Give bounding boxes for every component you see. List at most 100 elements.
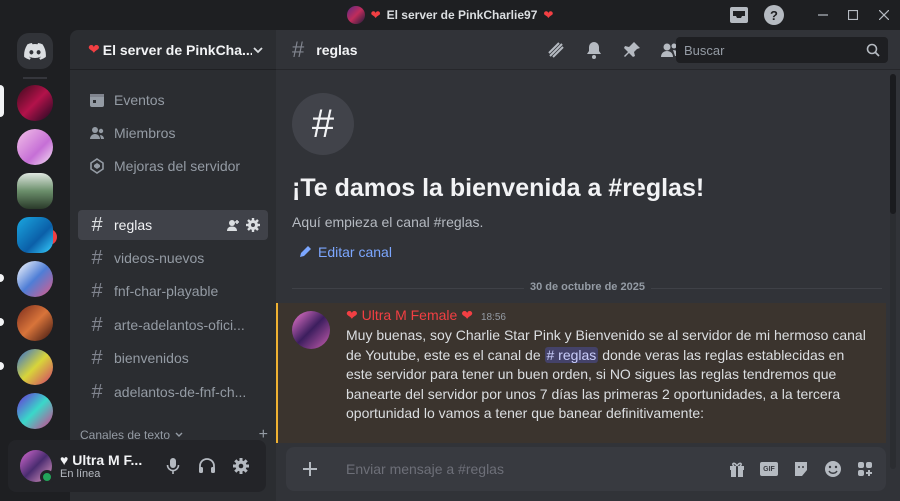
server-icon-pinkcharlie[interactable] <box>17 85 53 121</box>
hash-icon: # <box>292 36 305 62</box>
server-header[interactable]: ❤ El server de PinkCha... <box>70 30 276 70</box>
sidebar-item-mejoras[interactable]: Mejoras del servidor <box>78 151 268 181</box>
settings-gear-icon[interactable] <box>224 450 258 482</box>
heart-icon: ❤ <box>88 41 100 57</box>
unread-indicator <box>0 362 4 370</box>
channel-mention[interactable]: # reglas <box>544 346 599 363</box>
user-panel: ♥ Ultra M F... En línea <box>8 440 266 492</box>
sidebar-item-eventos[interactable]: Eventos <box>78 85 268 115</box>
scrollbar[interactable] <box>890 74 896 469</box>
heart-icon: ❤ <box>370 8 381 22</box>
channel-sidebar: ❤ El server de PinkCha... Eventos Miembr… <box>70 30 276 501</box>
channel-actions <box>226 218 268 232</box>
timestamp: 18:56 <box>480 312 506 323</box>
headphones-icon[interactable] <box>190 450 224 482</box>
gif-label: GIF <box>763 465 775 473</box>
server-icon[interactable] <box>17 349 53 385</box>
search-placeholder: Buscar <box>684 42 725 58</box>
server-name: El server de PinkCha... <box>102 41 252 58</box>
message-composer[interactable]: Enviar mensaje a #reglas GIF <box>286 447 886 491</box>
server-icon[interactable] <box>17 261 53 297</box>
message[interactable]: ❤ Ultra M Female ❤ 18:56 Muy buenas, soy… <box>276 303 886 443</box>
channel-label: reglas <box>114 217 153 233</box>
chevron-down-icon <box>175 432 183 437</box>
gear-icon[interactable] <box>246 218 260 232</box>
sticker-icon[interactable] <box>792 460 810 478</box>
microphone-icon[interactable] <box>156 450 190 482</box>
author-name[interactable]: ❤ Ultra M Female ❤ <box>346 307 473 324</box>
maximize-icon[interactable] <box>838 0 868 30</box>
gif-icon[interactable]: GIF <box>760 462 778 476</box>
date-divider: 30 de octubre de 2025 <box>524 281 651 293</box>
hash-icon: # <box>91 313 103 336</box>
avatar[interactable] <box>292 311 330 349</box>
apps-icon[interactable] <box>856 460 874 478</box>
inbox-icon[interactable] <box>728 4 750 26</box>
message-input[interactable]: Enviar mensaje a #reglas <box>346 461 728 477</box>
hash-icon: # <box>91 213 103 236</box>
emoji-icon[interactable] <box>824 460 842 478</box>
attach-plus-icon[interactable] <box>298 457 322 481</box>
sidebar-item-miembros[interactable]: Miembros <box>78 118 268 148</box>
selected-server-indicator <box>0 85 4 117</box>
welcome-subtitle: Aquí empieza el canal #reglas. <box>292 214 484 230</box>
search-input[interactable]: Buscar <box>676 37 888 63</box>
discord-home-icon[interactable] <box>17 33 53 69</box>
edit-channel-link[interactable]: Editar canal <box>298 244 392 260</box>
avatar[interactable] <box>20 450 54 484</box>
user-name: ♥ Ultra M F... <box>60 452 143 468</box>
invite-icon[interactable] <box>226 218 240 232</box>
gift-icon[interactable] <box>728 460 746 478</box>
minimize-icon[interactable] <box>808 0 838 30</box>
close-icon[interactable] <box>868 0 900 30</box>
server-icon[interactable] <box>17 393 53 429</box>
channel-name: reglas <box>316 41 358 58</box>
hash-icon: # <box>91 380 103 403</box>
boost-icon <box>88 158 106 174</box>
hash-icon: # <box>91 279 103 302</box>
chat-main: # reglas Buscar # ¡Te damos la bienvenid… <box>276 30 900 501</box>
search-icon <box>866 43 880 57</box>
heart-icon: ❤ <box>543 8 554 22</box>
hash-icon: # <box>91 346 103 369</box>
server-rail: 1 <box>0 30 70 501</box>
sidebar-item-label: Miembros <box>114 125 176 141</box>
channel-label: adelantos-de-fnf-ch... <box>114 384 247 400</box>
server-icon[interactable] <box>17 129 53 165</box>
server-icon[interactable] <box>17 173 53 209</box>
scrollbar-thumb[interactable] <box>890 74 896 214</box>
online-status-icon <box>40 470 54 484</box>
header-toolbar <box>546 40 680 60</box>
window-title-text: El server de PinkCharlie97 <box>386 8 538 22</box>
message-header: ❤ Ultra M Female ❤ 18:56 <box>346 307 506 324</box>
server-icon[interactable] <box>17 217 53 253</box>
pin-icon[interactable] <box>622 40 642 60</box>
pencil-icon <box>300 246 311 257</box>
sidebar-item-label: Eventos <box>114 92 165 108</box>
channel-item-videos-nuevos[interactable]: # videos-nuevos <box>78 243 268 273</box>
help-icon[interactable]: ? <box>764 5 784 25</box>
discord-app: ❤ El server de PinkCharlie97 ❤ ? ❤ El se… <box>0 0 900 501</box>
window-title: ❤ El server de PinkCharlie97 ❤ <box>346 6 554 24</box>
title-bar: ❤ El server de PinkCharlie97 ❤ ? <box>0 0 900 30</box>
server-icon[interactable] <box>17 305 53 341</box>
bell-icon[interactable] <box>584 40 604 60</box>
edit-channel-label: Editar canal <box>318 244 392 260</box>
channel-item-reglas[interactable]: # reglas <box>78 210 268 240</box>
channel-label: bienvenidos <box>114 350 189 366</box>
chevron-down-icon <box>253 46 263 53</box>
channel-label: arte-adelantos-ofici... <box>114 317 245 333</box>
channel-label: videos-nuevos <box>114 250 205 266</box>
channel-item-bienvenidos[interactable]: # bienvenidos <box>78 343 268 373</box>
members-icon <box>88 125 106 141</box>
calendar-icon <box>88 92 106 108</box>
channel-label: fnf-char-playable <box>114 283 219 299</box>
channel-item-fnf-char-playable[interactable]: # fnf-char-playable <box>78 276 268 306</box>
threads-icon[interactable] <box>546 40 566 60</box>
user-info[interactable]: ♥ Ultra M F... En línea <box>60 452 156 480</box>
channel-item-arte-adelantos[interactable]: # arte-adelantos-ofici... <box>78 310 268 340</box>
unread-indicator <box>0 318 4 326</box>
channel-item-adelantos-de-fnf[interactable]: # adelantos-de-fnf-ch... <box>78 377 268 407</box>
channel-hash-icon: # <box>292 93 354 155</box>
hash-icon: # <box>91 246 103 269</box>
